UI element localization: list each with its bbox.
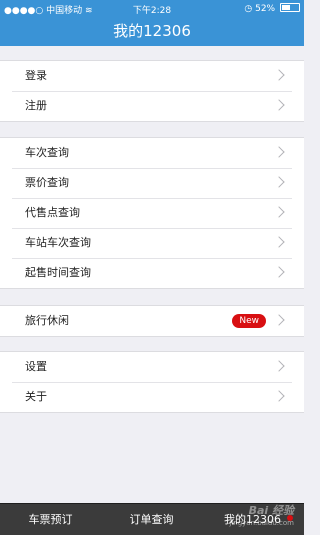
menu-item-settings[interactable]: 设置: [0, 352, 304, 382]
menu-item-label: 代售点查询: [25, 206, 80, 219]
watermark: Bai 经验 jingyan.baidu.com: [204, 502, 294, 528]
menu-item-label: 车次查询: [25, 146, 69, 159]
header: 我的12306: [0, 17, 304, 46]
query-group: 车次查询 票价查询 代售点查询 车站车次查询 起售时间查询: [0, 137, 304, 289]
menu-item-sale-time-query[interactable]: 起售时间查询: [0, 258, 304, 288]
chevron-right-icon: [273, 390, 285, 402]
chevron-right-icon: [273, 69, 285, 81]
menu-item-login[interactable]: 登录: [0, 61, 304, 91]
tab-bar: 车票预订 订单查询 我的12306 Bai 经验 jingyan.baidu.c…: [0, 503, 304, 535]
alarm-icon: ◷: [244, 4, 253, 14]
menu-item-label: 起售时间查询: [25, 266, 91, 279]
account-group: 登录 注册: [0, 60, 304, 122]
menu-item-label: 旅行休闲: [25, 314, 69, 327]
settings-group: 设置 关于: [0, 351, 304, 413]
chevron-right-icon: [273, 360, 285, 372]
menu-item-fare-query[interactable]: 票价查询: [0, 168, 304, 198]
page-title: 我的12306: [113, 22, 191, 40]
menu-item-agency-query[interactable]: 代售点查询: [0, 198, 304, 228]
chevron-right-icon: [273, 236, 285, 248]
tab-order-query[interactable]: 订单查询: [101, 504, 202, 535]
status-bar: ●●●●○ 中国移动 ≋ 下午2:28 ◷ 52%: [0, 0, 304, 17]
menu-item-label: 关于: [25, 390, 47, 403]
status-right: ◷ 52%: [244, 3, 300, 14]
chevron-right-icon: [273, 266, 285, 278]
battery-icon: [280, 3, 300, 12]
chevron-right-icon: [273, 314, 285, 326]
battery-percent: 52%: [255, 4, 276, 14]
menu-item-label: 车站车次查询: [25, 236, 91, 249]
menu-item-train-query[interactable]: 车次查询: [0, 138, 304, 168]
new-badge: New: [232, 314, 266, 328]
menu-item-travel-leisure[interactable]: 旅行休闲 New: [0, 306, 304, 336]
travel-group: 旅行休闲 New: [0, 305, 304, 337]
tab-label: 车票预订: [28, 513, 73, 526]
watermark-logo: Bai 经验: [248, 504, 294, 517]
menu-item-label: 票价查询: [25, 176, 69, 189]
chevron-right-icon: [273, 176, 285, 188]
menu-item-label: 设置: [25, 360, 47, 373]
chevron-right-icon: [273, 146, 285, 158]
chevron-right-icon: [273, 99, 285, 111]
menu-item-about[interactable]: 关于: [0, 382, 304, 412]
tab-ticket-booking[interactable]: 车票预订: [0, 504, 101, 535]
menu-item-station-train-query[interactable]: 车站车次查询: [0, 228, 304, 258]
menu-item-label: 登录: [25, 69, 47, 82]
tab-label: 订单查询: [129, 513, 174, 526]
watermark-url: jingyan.baidu.com: [229, 519, 294, 527]
chevron-right-icon: [273, 206, 285, 218]
menu-item-register[interactable]: 注册: [0, 91, 304, 121]
menu-item-label: 注册: [25, 99, 47, 112]
